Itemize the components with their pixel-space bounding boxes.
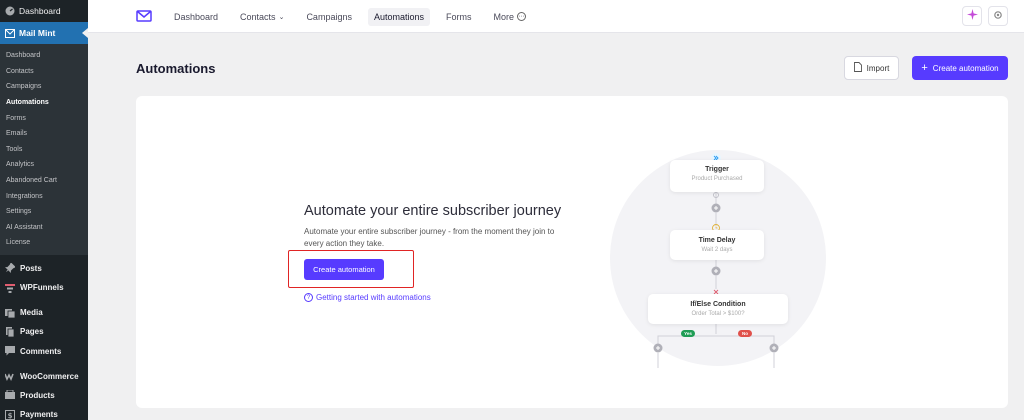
nav-automations-label: Automations [373, 11, 424, 22]
wp-menu-comments[interactable]: Comments [0, 341, 88, 360]
create-automation-header-label: Create automation [932, 63, 999, 73]
wp-menu-wpfunnels[interactable]: WPFunnels [0, 278, 88, 297]
nav-forms-label: Forms [446, 11, 472, 22]
more-icon: ⋯ [517, 12, 527, 21]
wp-main-menu: Posts WPFunnels Media Pages Comments Woo… [0, 255, 88, 420]
question-icon: ? [304, 293, 313, 302]
yes-branch-label: Yes [684, 330, 692, 336]
mail-icon [5, 28, 15, 38]
wp-menu-label: Payments [20, 410, 58, 420]
delay-subtitle: Wait 2 days [701, 247, 733, 253]
products-icon [5, 390, 15, 400]
wp-menu-mail-mint[interactable]: Mail Mint [0, 22, 88, 44]
wp-menu-label: Media [20, 308, 43, 318]
nav-more-label: More [493, 11, 515, 22]
empty-state-description: Automate your entire subscriber journey … [304, 227, 555, 248]
pages-icon [5, 326, 15, 337]
plugin-top-nav: Dashboard Contacts ⌄ Campaigns Automation… [88, 0, 1024, 33]
flow-delay-node: Time Delay Wait 2 days [670, 230, 764, 260]
wp-submenu-item[interactable]: Campaigns [0, 79, 88, 95]
payments-icon: $ [5, 409, 15, 420]
delay-title: Time Delay [698, 237, 736, 244]
media-icon [5, 308, 15, 318]
wp-submenu-item[interactable]: Integrations [0, 188, 88, 204]
wp-submenu-item[interactable]: Dashboard [0, 48, 88, 64]
trigger-subtitle: Product Purchased [691, 176, 743, 182]
dashboard-icon [5, 6, 15, 16]
comment-icon [5, 346, 15, 356]
nav-automations[interactable]: Automations [367, 7, 430, 26]
wp-menu-payments[interactable]: $ Payments [0, 405, 88, 420]
nav-links: Dashboard Contacts ⌄ Campaigns Automation… [168, 0, 542, 33]
flow-trigger-node: Trigger Product Purchased [670, 160, 764, 192]
funnel-icon [5, 283, 15, 293]
wp-menu-label: WooCommerce [20, 371, 79, 381]
wp-submenu-item[interactable]: AI Assistant [0, 220, 88, 236]
create-automation-header-button[interactable]: + Create automation [912, 56, 1008, 80]
wp-submenu-item[interactable]: Contacts [0, 64, 88, 80]
wp-menu-dashboard-label: Dashboard [19, 6, 61, 16]
getting-started-link[interactable]: ? Getting started with automations [304, 293, 431, 302]
import-button[interactable]: Import [844, 56, 899, 80]
wp-submenu-item[interactable]: Settings [0, 204, 88, 220]
wp-menu-woocommerce[interactable]: WooCommerce [0, 367, 88, 386]
nav-contacts-label: Contacts [240, 11, 276, 22]
wp-menu-label: Comments [20, 346, 62, 356]
nav-forms[interactable]: Forms [440, 8, 478, 26]
nav-contacts[interactable]: Contacts ⌄ [234, 8, 290, 26]
wp-menu-mail-mint-label: Mail Mint [19, 28, 56, 38]
nav-dashboard[interactable]: Dashboard [168, 8, 224, 26]
wp-submenu-item[interactable]: Tools [0, 142, 88, 158]
condition-subtitle: Order Total > $100? [691, 311, 745, 317]
wp-admin-sidebar: Dashboard Mail Mint Dashboard Contacts C… [0, 0, 88, 420]
nav-more[interactable]: More ⋯ [488, 8, 533, 26]
flow-condition-node: If/Else Condition Order Total > $100? [648, 294, 788, 324]
nav-right-actions [956, 6, 1008, 26]
trigger-title: Trigger [705, 166, 729, 173]
wp-submenu-item[interactable]: License [0, 235, 88, 251]
nav-campaigns[interactable]: Campaigns [300, 8, 358, 26]
import-button-label: Import [866, 63, 890, 73]
wp-menu-label: Posts [20, 263, 42, 273]
wp-submenu-item[interactable]: Analytics [0, 157, 88, 173]
gear-icon [993, 7, 1003, 25]
wp-submenu-item[interactable]: Abandoned Cart [0, 173, 88, 189]
settings-button[interactable] [988, 6, 1008, 26]
wp-submenu-item[interactable]: Forms [0, 110, 88, 126]
wp-menu-label: Pages [20, 327, 44, 337]
wp-menu-posts[interactable]: Posts [0, 259, 88, 278]
svg-text:$: $ [8, 411, 13, 419]
file-import-icon [853, 62, 862, 74]
empty-state-headline: Automate your entire subscriber journey [304, 203, 562, 219]
wp-menu-products[interactable]: Products [0, 386, 88, 405]
mail-mint-logo-icon[interactable] [136, 8, 152, 24]
wp-submenu: Dashboard Contacts Campaigns Automations… [0, 44, 88, 255]
chevron-down-icon: ⌄ [278, 13, 285, 21]
wp-submenu-item[interactable]: Emails [0, 126, 88, 142]
wp-menu-pages[interactable]: Pages [0, 322, 88, 341]
empty-state-card [136, 96, 1008, 408]
wp-submenu-item-current[interactable]: Automations [0, 95, 88, 111]
getting-started-label: Getting started with automations [316, 293, 431, 302]
page-title: Automations [136, 61, 216, 76]
wp-menu-dashboard[interactable]: Dashboard [0, 0, 88, 22]
create-automation-button[interactable]: Create automation [304, 259, 384, 280]
ai-sparkle-button[interactable] [962, 6, 982, 26]
pin-icon [5, 263, 15, 274]
wp-menu-label: WPFunnels [20, 283, 64, 292]
nav-campaigns-label: Campaigns [306, 11, 352, 22]
wp-menu-media[interactable]: Media [0, 303, 88, 322]
nav-dashboard-label: Dashboard [174, 11, 219, 22]
woo-icon [5, 371, 15, 382]
automation-flow-illustration: Trigger Product Purchased Time Delay Wai… [608, 146, 828, 376]
wp-menu-label: Products [20, 390, 55, 400]
no-branch-label: No [742, 330, 748, 336]
condition-title: If/Else Condition [690, 301, 746, 308]
plus-icon: + [921, 61, 928, 74]
sparkle-icon [966, 7, 978, 25]
